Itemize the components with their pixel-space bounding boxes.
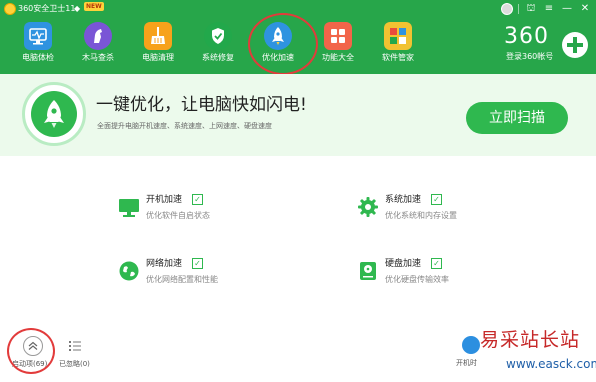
feature-checkbox[interactable]: ✓: [192, 194, 203, 205]
globe-icon: [119, 261, 139, 281]
feature-boot-speedup[interactable]: 开机加速 ✓ 优化软件自启状态: [118, 194, 298, 234]
watermark-url: www.easck.com: [506, 357, 596, 371]
highlight-circle-annotation: [7, 328, 55, 374]
watermark-text: 易采站长站: [480, 329, 581, 351]
feature-checkbox[interactable]: ✓: [192, 258, 203, 269]
nav-item-cleanup[interactable]: 电脑清理: [128, 20, 188, 70]
feature-checkbox[interactable]: ✓: [431, 194, 442, 205]
brand-360-logo: 360: [504, 24, 549, 49]
user-avatar-icon[interactable]: [500, 2, 514, 16]
feature-network-speedup[interactable]: 网络加速 ✓ 优化网络配置和性能: [118, 258, 298, 298]
plus-icon[interactable]: [562, 32, 588, 58]
diamond-icon: ◆: [74, 4, 81, 13]
banner-subtitle: 全面提升电脑开机速度、系统速度、上网速度、硬盘速度: [97, 122, 272, 130]
new-badge: NEW: [84, 2, 104, 11]
nav-item-system-repair[interactable]: 系统修复: [188, 20, 248, 70]
feature-description: 优化网络配置和性能: [146, 275, 218, 284]
harddisk-icon: [360, 262, 376, 280]
nav-label: 功能大全: [322, 53, 354, 62]
nav-item-trojan-scan[interactable]: 木马查杀: [68, 20, 128, 70]
nav-item-checkup[interactable]: 电脑体检: [8, 20, 68, 70]
feature-system-speedup[interactable]: 系统加速 ✓ 优化系统和内存设置: [357, 194, 537, 234]
gear-icon: [358, 197, 378, 217]
rocket-icon: [31, 91, 77, 137]
feature-description: 优化软件自启状态: [146, 211, 210, 220]
skin-icon[interactable]: ⛫: [524, 2, 538, 16]
header-bar: 360安全卫士11 ◆ NEW ⛫ ≡ — ✕ 电脑体检 木马查杀 电脑清理 系…: [0, 0, 596, 75]
feature-title: 系统加速: [385, 195, 422, 205]
nav-item-software-manager[interactable]: 软件管家: [368, 20, 428, 70]
highlight-circle-annotation: [248, 13, 318, 75]
software-icon: [384, 22, 412, 50]
feature-title: 网络加速: [146, 259, 183, 269]
feature-description: 优化系统和内存设置: [385, 211, 457, 220]
grid-icon: [324, 22, 352, 50]
minimize-button[interactable]: —: [560, 2, 574, 16]
feature-description: 优化硬盘传输效率: [385, 275, 449, 284]
feature-checkbox[interactable]: ✓: [431, 258, 442, 269]
feature-disk-speedup[interactable]: 硬盘加速 ✓ 优化硬盘传输效率: [357, 258, 537, 298]
shield-icon: [204, 22, 232, 50]
feature-title: 硬盘加速: [385, 259, 422, 269]
site-watermark: 易采站长站 www.easck.com: [470, 328, 596, 380]
banner-title: 一键优化，让电脑快如闪电!: [96, 95, 307, 115]
hero-banner: 一键优化，让电脑快如闪电! 全面提升电脑开机速度、系统速度、上网速度、硬盘速度 …: [0, 74, 596, 156]
nav-label: 软件管家: [382, 53, 414, 62]
monitor-icon: [119, 199, 139, 217]
monitor-checkup-icon: [24, 22, 52, 50]
login-link[interactable]: 登录360帐号: [506, 51, 553, 63]
ignored-items-link[interactable]: 已忽略(0): [59, 359, 90, 369]
nav-label: 系统修复: [202, 53, 234, 62]
close-button[interactable]: ✕: [578, 2, 592, 16]
menu-icon[interactable]: ≡: [542, 2, 556, 16]
nav-label: 木马查杀: [82, 53, 114, 62]
scan-now-button[interactable]: 立即扫描: [466, 102, 568, 134]
app-title: 360安全卫士11: [18, 4, 76, 13]
broom-icon: [144, 22, 172, 50]
feature-title: 开机加速: [146, 195, 183, 205]
list-icon[interactable]: [68, 339, 82, 353]
horse-icon: [84, 22, 112, 50]
nav-label: 电脑体检: [22, 53, 54, 62]
divider: [518, 4, 519, 14]
nav-label: 电脑清理: [142, 53, 174, 62]
rocket-badge: [22, 82, 86, 146]
app-logo-icon: [4, 3, 16, 15]
